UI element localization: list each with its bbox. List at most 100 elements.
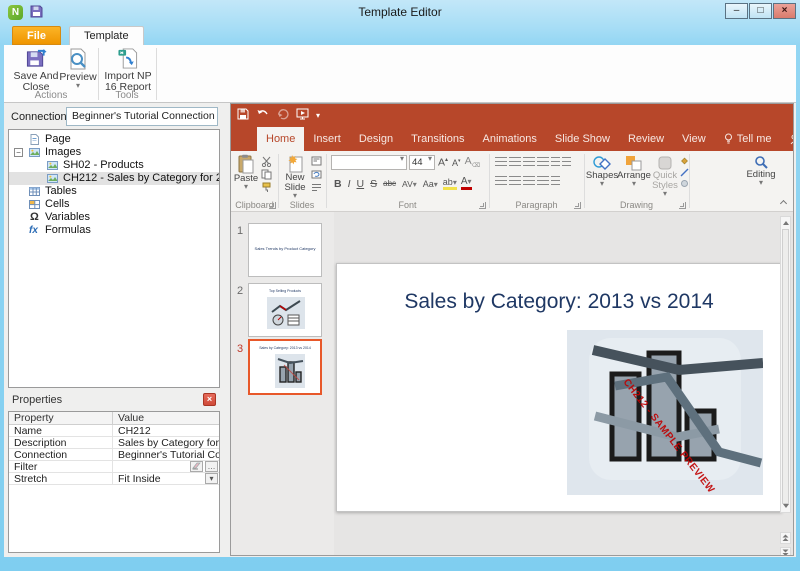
paragraph-dialog-launcher[interactable] [574, 202, 581, 209]
start-slideshow-icon[interactable] [296, 108, 309, 123]
scrollbar-thumb[interactable] [782, 229, 789, 504]
text-direction-icon[interactable] [551, 176, 560, 185]
decrease-indent-icon[interactable] [523, 157, 535, 166]
tab-transitions[interactable]: Transitions [402, 127, 473, 151]
connection-select[interactable]: Beginner's Tutorial Connection - QV [66, 107, 218, 126]
slide-thumbnail-3[interactable]: Sales by Category: 2013 vs 2014 [248, 339, 322, 395]
current-slide[interactable]: Sales by Category: 2013 vs 2014 [336, 263, 782, 512]
slide-title[interactable]: Sales by Category: 2013 vs 2014 [337, 290, 781, 314]
shape-effects-icon[interactable] [680, 179, 689, 188]
drawing-dialog-launcher[interactable] [679, 202, 686, 209]
tree-item-page[interactable]: Page [9, 133, 219, 146]
next-slide-button[interactable] [780, 547, 791, 556]
slide-thumbnail-1[interactable]: Sales Trends by Product Category [248, 223, 322, 277]
clear-formatting-icon[interactable]: A⌫ [465, 155, 481, 169]
preview-button[interactable]: Preview ▾ [60, 47, 96, 93]
slide-thumbnail-2[interactable]: Top Selling Products [248, 283, 322, 337]
tab-insert[interactable]: Insert [304, 127, 350, 151]
tab-design[interactable]: Design [350, 127, 402, 151]
align-center-icon[interactable] [509, 176, 521, 185]
highlight-color-button[interactable]: ab▾ [443, 178, 457, 190]
tab-view[interactable]: View [673, 127, 715, 151]
collapse-ribbon-icon[interactable] [780, 199, 787, 206]
font-size-select[interactable]: 44▾ [409, 155, 435, 170]
new-slide-button[interactable]: New Slide ▾ [281, 154, 309, 199]
vertical-scrollbar[interactable] [780, 216, 791, 513]
line-spacing-icon[interactable] [551, 157, 560, 166]
property-value[interactable]: Sales by Category for 2014 vs [114, 437, 219, 448]
section-icon[interactable] [311, 182, 322, 193]
properties-close-icon[interactable]: × [203, 393, 216, 406]
tab-review[interactable]: Review [619, 127, 673, 151]
format-painter-icon[interactable] [261, 182, 272, 193]
property-value[interactable] [114, 461, 219, 472]
collapse-icon[interactable]: − [14, 148, 23, 157]
close-button[interactable]: × [773, 3, 796, 19]
previous-slide-button[interactable] [780, 532, 791, 544]
scroll-down-icon[interactable] [783, 504, 789, 508]
copy-icon[interactable] [261, 169, 272, 180]
bold-button[interactable]: B [334, 178, 342, 190]
file-tab[interactable]: File [12, 26, 61, 45]
property-value[interactable]: Fit Inside [114, 473, 219, 484]
paste-button[interactable]: Paste ▾ [233, 154, 259, 190]
text-shadow-button[interactable]: abc [383, 179, 396, 188]
bullets-icon[interactable] [495, 157, 507, 166]
justify-icon[interactable] [537, 176, 549, 185]
clipboard-dialog-launcher[interactable] [269, 202, 276, 209]
decrease-font-icon[interactable]: A▾ [452, 158, 461, 168]
scroll-up-icon[interactable] [783, 221, 789, 225]
tree-item-ch212[interactable]: CH212 - Sales by Category for 2014 vs 20… [9, 172, 219, 185]
tree-item-tables[interactable]: Tables [9, 185, 219, 198]
change-case-button[interactable]: Aa▾ [423, 179, 438, 189]
cut-icon[interactable] [261, 156, 272, 167]
shape-fill-icon[interactable] [680, 157, 689, 166]
columns-icon[interactable] [562, 157, 571, 166]
new-slide-dropdown-icon[interactable]: ▾ [293, 193, 297, 199]
paste-dropdown-icon[interactable]: ▾ [244, 184, 248, 190]
stretch-chevron-down-icon[interactable]: ▾ [205, 473, 218, 484]
font-dialog-launcher[interactable] [479, 202, 486, 209]
strikethrough-button[interactable]: S [370, 178, 377, 190]
arrange-button[interactable]: Arrange ▾ [618, 155, 650, 187]
align-left-icon[interactable] [495, 176, 507, 185]
table-row[interactable]: Connection Beginner's Tutorial Connectio [9, 449, 219, 461]
tab-slide-show[interactable]: Slide Show [546, 127, 619, 151]
quick-styles-button[interactable]: Quick Styles ▾ [651, 155, 679, 197]
minimize-button[interactable]: – [725, 3, 748, 19]
property-value[interactable]: Beginner's Tutorial Connectio [114, 449, 219, 460]
redo-icon[interactable] [277, 108, 289, 123]
character-spacing-button[interactable]: AV▾ [402, 179, 417, 189]
increase-font-icon[interactable]: A▴ [438, 156, 448, 169]
layout-icon[interactable] [311, 156, 322, 167]
undo-icon[interactable] [256, 108, 270, 123]
filter-eraser-icon[interactable] [190, 461, 203, 472]
property-value[interactable]: CH212 [114, 425, 219, 436]
tree-item-sh02[interactable]: SH02 - Products [9, 159, 219, 172]
template-tab[interactable]: Template [69, 26, 144, 45]
filter-ellipsis-button[interactable]: … [205, 461, 218, 472]
shapes-button[interactable]: Shapes ▾ [587, 155, 617, 187]
editing-button[interactable]: Editing ▾ [744, 155, 778, 186]
import-np16-button[interactable]: Import NP 16 Report [102, 47, 154, 93]
save-and-close-button[interactable]: Save And Close [10, 47, 62, 93]
tree-item-images[interactable]: − Images [9, 146, 219, 159]
table-row[interactable]: Stretch Fit Inside ▾ [9, 473, 219, 485]
italic-button[interactable]: I [348, 178, 351, 190]
shape-outline-icon[interactable] [680, 168, 689, 177]
tell-me-tab[interactable]: Tell me [715, 127, 781, 151]
share-button[interactable]: Share [781, 127, 794, 151]
chart-image-placeholder[interactable]: CH212 - SAMPLE PREVIEW [567, 330, 763, 495]
tree-item-formulas[interactable]: fx Formulas [9, 224, 219, 237]
ppt-save-icon[interactable] [237, 108, 249, 123]
table-row[interactable]: Name CH212 [9, 425, 219, 437]
increase-indent-icon[interactable] [537, 157, 549, 166]
underline-button[interactable]: U [357, 178, 365, 190]
tree-item-variables[interactable]: Ω Variables [9, 211, 219, 224]
table-row[interactable]: Description Sales by Category for 2014 v… [9, 437, 219, 449]
tab-home[interactable]: Home [257, 127, 304, 151]
align-right-icon[interactable] [523, 176, 535, 185]
numbering-icon[interactable] [509, 157, 521, 166]
reset-icon[interactable] [311, 169, 322, 180]
table-row[interactable]: Filter … [9, 461, 219, 473]
